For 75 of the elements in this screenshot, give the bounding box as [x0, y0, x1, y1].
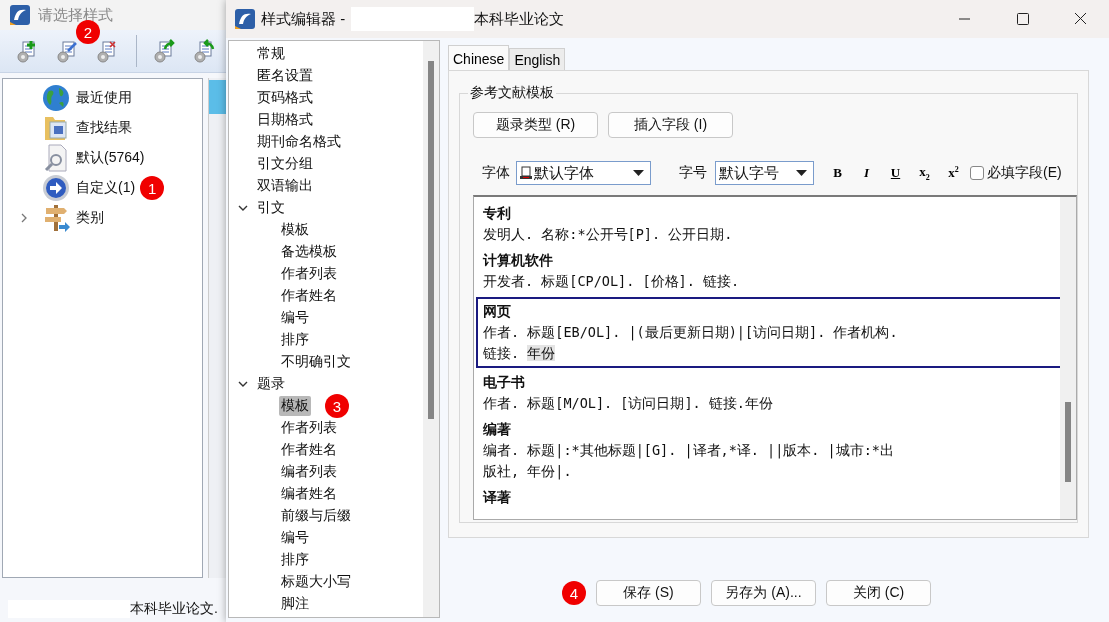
format-button[interactable]: I: [852, 163, 881, 183]
nav-tree-item[interactable]: 编者列表: [279, 462, 339, 482]
size-dropdown[interactable]: 默认字号: [715, 161, 814, 185]
edit-style-icon[interactable]: [56, 39, 80, 63]
nav-tree-item[interactable]: 引文分组: [255, 154, 315, 174]
export-style-icon[interactable]: [153, 39, 177, 63]
step-marker: 4: [562, 581, 586, 605]
tree-item[interactable]: 默认(5764): [76, 149, 145, 167]
dropdown-arrow-icon[interactable]: [633, 170, 644, 176]
nav-tree-item[interactable]: 日期格式: [255, 110, 315, 130]
step-marker: 3: [325, 394, 349, 418]
dialog-button[interactable]: 关闭 (C): [826, 580, 931, 606]
nav-tree-item[interactable]: 引文: [255, 198, 287, 218]
nav-tree-item[interactable]: 作者列表: [279, 418, 339, 438]
window-title: 样式编辑器 -: [261, 9, 346, 29]
template-entry[interactable]: 电子书 作者. 标题[M/OL]. [访问日期]. 链接.年份: [474, 372, 1060, 419]
dropdown-arrow-icon[interactable]: [796, 170, 807, 176]
format-button[interactable]: x$^{2}$: [939, 163, 968, 183]
nav-tree-item[interactable]: 双语输出: [255, 176, 315, 196]
highlighted-field: 年份: [527, 345, 556, 361]
toolbar-button[interactable]: 插入字段 (I): [608, 112, 733, 138]
nav-tree-item[interactable]: 排序: [279, 550, 311, 570]
nav-tree-item[interactable]: 备选模板: [279, 242, 339, 262]
tree-item[interactable]: 类别: [76, 209, 104, 227]
column-header: [209, 80, 229, 114]
format-button[interactable]: U: [881, 163, 910, 183]
nav-tree-item[interactable]: 作者列表: [279, 264, 339, 284]
nav-tree-item[interactable]: 模板: [279, 396, 311, 416]
nav-tree-item[interactable]: 模板: [279, 220, 311, 240]
status-text: 本科毕业论文.: [130, 600, 218, 618]
nav-tree-item[interactable]: 标题大小写: [279, 572, 353, 592]
font-dropdown[interactable]: 默认字体: [516, 161, 651, 185]
nav-tree-item[interactable]: 期刊命名格式: [255, 132, 343, 152]
font-label: 字体: [482, 164, 510, 182]
nav-tree-item[interactable]: 不明确引文: [279, 352, 353, 372]
nav-tree-item[interactable]: 前缀与后缀: [279, 506, 353, 526]
template-entry[interactable]: 专利 发明人. 名称:*公开号[P]. 公开日期.: [474, 203, 1060, 250]
tab[interactable]: Chinese: [448, 45, 510, 70]
toolbar-button[interactable]: 题录类型 (R): [473, 112, 598, 138]
template-entry[interactable]: 编著 编者. 标题|:*其他标题|[G]. |译者,*译. ||版本. |城市:*出 版社, 年份|.: [474, 419, 1060, 487]
app-logo-icon: [235, 9, 255, 29]
checkbox-label: 必填字段(E): [987, 164, 1062, 182]
nav-tree-item[interactable]: 作者姓名: [279, 440, 339, 460]
nav-tree-item[interactable]: 排序: [279, 330, 311, 350]
globe-icon: [41, 83, 71, 113]
template-entry[interactable]: 计算机软件 开发者. 标题[CP/OL]. [价格]. 链接.: [474, 250, 1060, 297]
nav-tree-item[interactable]: 题录: [255, 374, 287, 394]
template-entry[interactable]: 译著: [474, 487, 1060, 513]
nav-tree-item[interactable]: 常规: [255, 44, 287, 64]
group-title: 参考文献模板: [468, 84, 556, 102]
checkbox[interactable]: [970, 166, 984, 180]
import-style-icon[interactable]: [193, 39, 217, 63]
tab[interactable]: English: [509, 48, 566, 70]
template-entry[interactable]: 网页 作者. 标题[EB/OL]. |(最后更新日期)|[访问日期]. 作者机构. 链接. 年份: [476, 297, 1060, 368]
tree-item[interactable]: 最近使用: [76, 89, 132, 107]
app-logo-icon: [10, 5, 30, 25]
font-icon: [520, 166, 532, 180]
dialog-button[interactable]: 保存 (S): [596, 580, 701, 606]
tree-item[interactable]: 自定义(1): [76, 179, 136, 197]
arrow-circle-icon: [41, 173, 71, 203]
nav-tree-item[interactable]: 作者姓名: [279, 286, 339, 306]
nav-tree-item[interactable]: 页码格式: [255, 88, 315, 108]
size-label: 字号: [679, 164, 707, 182]
nav-tree-item[interactable]: 编者姓名: [279, 484, 339, 504]
tree-item[interactable]: 查找结果: [76, 119, 132, 137]
nav-tree-item[interactable]: 匿名设置: [255, 66, 315, 86]
window-title: 本科毕业论文: [474, 9, 565, 29]
step-marker: 2: [76, 20, 100, 44]
nav-tree-item[interactable]: 编号: [279, 308, 311, 328]
dialog-button[interactable]: 另存为 (A)...: [711, 580, 816, 606]
nav-tree-item[interactable]: 脚注: [279, 594, 311, 614]
format-button[interactable]: x$_{2}$: [910, 163, 939, 183]
step-marker: 1: [140, 176, 165, 200]
nav-tree-item[interactable]: 编号: [279, 528, 311, 548]
format-button[interactable]: B: [823, 163, 852, 183]
